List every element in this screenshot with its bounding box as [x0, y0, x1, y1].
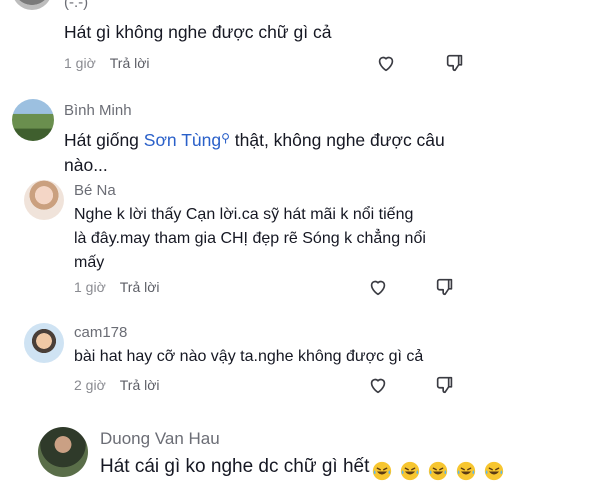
emoji-row [371, 458, 511, 484]
like-heart-icon[interactable] [367, 276, 389, 298]
reply-button[interactable]: Trả lời [110, 55, 150, 71]
avatar[interactable] [38, 427, 88, 477]
comment-username[interactable]: Duong Van Hau [100, 429, 220, 449]
dislike-icon[interactable] [434, 374, 456, 396]
comment-username[interactable]: cam178 [74, 324, 127, 341]
comment-text: Hát giống Sơn Tùng⚲ thật, không nghe đượ… [64, 126, 484, 178]
comment-meta: 1 giờ Trả lời [64, 55, 150, 71]
search-icon[interactable]: ⚲ [221, 131, 230, 145]
like-heart-icon[interactable] [375, 52, 397, 74]
comment-username[interactable]: Bé Na [74, 182, 116, 199]
comment-time: 1 giờ [74, 279, 106, 295]
reply-button[interactable]: Trả lời [120, 279, 160, 295]
dislike-icon[interactable] [434, 276, 456, 298]
comment-time: 1 giờ [64, 55, 96, 71]
dislike-icon[interactable] [444, 52, 466, 74]
comment-text-line: mấy [74, 254, 105, 271]
comment-text: Hát gì không nghe được chữ gì cả [64, 22, 332, 42]
avatar[interactable] [24, 180, 64, 220]
comment-text: Hát cái gì ko nghe dc chữ gì hết [100, 454, 511, 484]
comment-text-part: thật, không nghe được câu [229, 130, 445, 150]
laughing-tears-emoji-icon [485, 461, 504, 481]
comment-text: Nghe k lời thấy Cạn lời.ca sỹ hát mãi k … [74, 203, 426, 275]
comment-text-part: Hát cái gì ko nghe dc chữ gì hết [100, 456, 370, 477]
comment-username[interactable]: (-.-) [64, 0, 88, 11]
comment-time: 2 giờ [74, 377, 106, 393]
reply-button[interactable]: Trả lời [120, 377, 160, 393]
comment-text-part: nào... [64, 155, 108, 175]
comment-text-part: Hát giống [64, 130, 144, 150]
laughing-tears-emoji-icon [373, 461, 392, 481]
avatar[interactable] [12, 99, 54, 141]
comment-username[interactable]: Bình Minh [64, 102, 132, 119]
avatar[interactable] [12, 0, 52, 10]
avatar[interactable] [24, 323, 64, 363]
comment-text: bài hat hay cỡ nào vậy ta.nghe không đượ… [74, 348, 424, 365]
laughing-tears-emoji-icon [429, 461, 448, 481]
comment-text-line: là đây.may tham gia CHỊ đẹp rẽ Sóng k ch… [74, 230, 426, 247]
laughing-tears-emoji-icon [401, 461, 420, 481]
comment-meta: 1 giờ Trả lời [74, 279, 160, 295]
comment-text-line: Nghe k lời thấy Cạn lời.ca sỹ hát mãi k … [74, 206, 414, 223]
comment-meta: 2 giờ Trả lời [74, 377, 160, 393]
mention-link[interactable]: Sơn Tùng [144, 130, 221, 150]
laughing-tears-emoji-icon [457, 461, 476, 481]
like-heart-icon[interactable] [367, 374, 389, 396]
